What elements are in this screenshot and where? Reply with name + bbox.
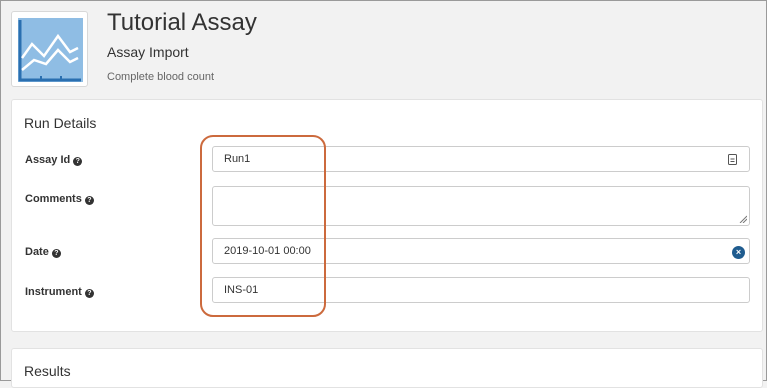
results-panel: Results [11, 348, 763, 388]
id-card-icon [728, 154, 737, 165]
help-icon[interactable]: ? [84, 289, 94, 298]
assay-description: Complete blood count [107, 71, 215, 83]
page-title: Tutorial Assay [107, 9, 257, 36]
comments-label-text: Comments [25, 193, 82, 205]
help-icon[interactable]: ? [51, 249, 61, 258]
run-details-title: Run Details [24, 115, 97, 131]
assay-id-field[interactable] [212, 146, 750, 172]
assay-id-label-text: Assay Id [25, 154, 71, 166]
comments-field[interactable] [212, 186, 750, 226]
comments-label: Comments? [25, 193, 94, 205]
instrument-label-text: Instrument [25, 286, 82, 298]
assay-id-label: Assay Id? [25, 154, 83, 166]
page-header: Tutorial Assay Assay Import Complete blo… [11, 11, 756, 91]
instrument-field[interactable] [212, 277, 750, 303]
assay-chart-icon [18, 18, 83, 82]
help-icon[interactable]: ? [84, 196, 94, 205]
assay-id-input[interactable] [224, 153, 704, 165]
help-icon[interactable]: ? [73, 157, 83, 166]
run-details-panel: Run Details Assay Id? Comments? Date? × … [11, 99, 763, 332]
date-label: Date? [25, 246, 61, 258]
date-input[interactable] [224, 245, 704, 257]
assay-icon-box [11, 11, 88, 87]
date-field[interactable]: × [212, 238, 750, 264]
instrument-input[interactable] [224, 284, 704, 296]
clear-date-icon[interactable]: × [732, 246, 745, 259]
page-subtitle: Assay Import [107, 44, 189, 60]
results-title: Results [24, 363, 71, 379]
instrument-label: Instrument? [25, 286, 94, 298]
resize-handle-icon[interactable] [739, 215, 747, 223]
date-label-text: Date [25, 246, 49, 258]
